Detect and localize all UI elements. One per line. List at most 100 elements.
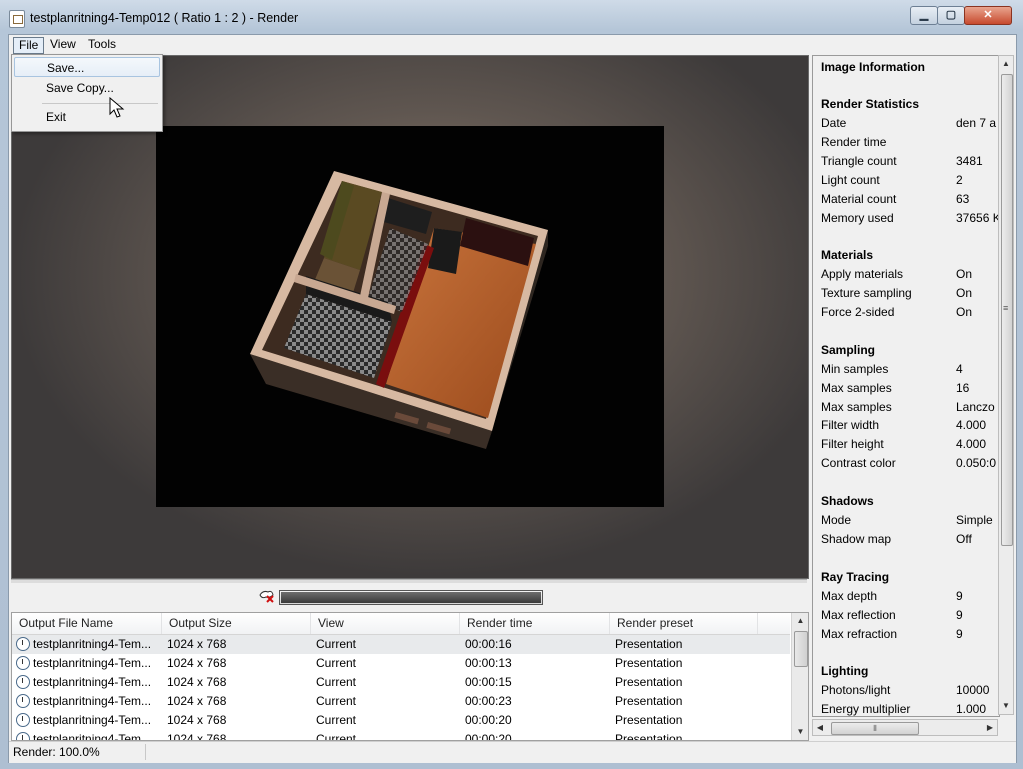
render-file-icon <box>16 675 30 689</box>
client-area: File View Tools Save... Save Copy... Exi… <box>8 34 1017 763</box>
cell-output-size: 1024 x 768 <box>167 656 227 670</box>
info-key: Max samples <box>821 381 892 395</box>
section-heading: Sampling <box>821 343 876 357</box>
cell-render-preset: Presentation <box>615 637 683 651</box>
info-horizontal-scrollbar[interactable]: ◀ ⦀ ▶ <box>812 719 998 736</box>
render-file-icon <box>16 713 30 727</box>
window-title: testplanritning4-Temp012 ( Ratio 1 : 2 )… <box>30 11 299 25</box>
column-output-file-name[interactable]: Output File Name <box>12 613 162 634</box>
cell-view: Current <box>316 656 357 670</box>
cell-output-size: 1024 x 768 <box>167 637 227 651</box>
info-key: Energy multiplier <box>821 702 911 716</box>
list-scroll-thumb[interactable] <box>794 631 808 667</box>
table-row[interactable]: testplanritning4-Tem... 1024 x 768 Curre… <box>12 730 790 741</box>
info-value: Simple <box>956 513 993 527</box>
scroll-down-icon[interactable]: ▼ <box>792 724 808 740</box>
cell-render-time: 00:00:23 <box>465 694 512 708</box>
cell-render-time: 00:00:15 <box>465 675 512 689</box>
info-value: 9 <box>956 608 963 622</box>
column-view[interactable]: View <box>311 613 460 634</box>
cell-view: Current <box>316 637 357 651</box>
info-key: Light count <box>821 173 880 187</box>
menu-file[interactable]: File <box>13 37 45 54</box>
info-key: Texture sampling <box>821 286 912 300</box>
column-output-size[interactable]: Output Size <box>162 613 311 634</box>
section-heading: Materials <box>821 248 874 262</box>
menu-item-save[interactable]: Save... <box>14 57 160 77</box>
menu-item-exit[interactable]: Exit <box>14 107 160 127</box>
cell-file-name: testplanritning4-Tem... <box>33 675 152 689</box>
close-button[interactable]: ✕ <box>964 6 1012 25</box>
menu-tools[interactable]: Tools <box>83 37 121 52</box>
cell-view: Current <box>316 713 357 727</box>
info-key: Memory used <box>821 211 894 225</box>
info-key: Max depth <box>821 589 878 603</box>
output-file-list[interactable]: Output File Name Output Size View Render… <box>11 612 809 741</box>
scroll-up-icon[interactable]: ▲ <box>998 56 1014 72</box>
render-file-icon <box>16 694 30 708</box>
cell-file-name: testplanritning4-Tem... <box>33 713 152 727</box>
cell-render-preset: Presentation <box>615 732 683 741</box>
scroll-down-icon[interactable]: ▼ <box>998 698 1014 714</box>
info-key: Max samples <box>821 400 892 414</box>
minimize-button[interactable]: ▁ <box>910 6 938 25</box>
scroll-left-icon[interactable]: ◀ <box>813 720 827 735</box>
progress-area <box>11 583 807 611</box>
cell-view: Current <box>316 732 357 741</box>
cell-render-preset: Presentation <box>615 713 683 727</box>
info-value: 63 <box>956 192 970 206</box>
info-value: On <box>956 267 973 281</box>
scroll-up-icon[interactable]: ▲ <box>792 613 808 629</box>
menu-bar: File View Tools <box>9 35 1016 54</box>
info-value: 4.000 <box>956 418 987 432</box>
info-value: 9 <box>956 627 963 641</box>
render-viewport[interactable] <box>11 55 809 579</box>
render-file-icon <box>16 732 30 740</box>
rendered-floor-plan <box>250 171 548 449</box>
info-value: On <box>956 286 973 300</box>
table-row[interactable]: testplanritning4-Tem... 1024 x 768 Curre… <box>12 673 790 692</box>
render-file-icon <box>16 656 30 670</box>
table-row[interactable]: testplanritning4-Tem... 1024 x 768 Curre… <box>12 654 790 673</box>
info-key: Shadow map <box>821 532 892 546</box>
cell-file-name: testplanritning4-Tem... <box>33 694 152 708</box>
info-key: Material count <box>821 192 897 206</box>
info-hscroll-thumb[interactable]: ⦀ <box>831 722 919 735</box>
info-scroll-thumb[interactable]: ≡ <box>1001 74 1013 546</box>
info-vertical-scrollbar[interactable]: ▲ ≡ ▼ <box>998 55 1014 715</box>
title-bar[interactable]: testplanritning4-Temp012 ( Ratio 1 : 2 )… <box>0 0 1023 34</box>
info-value: 2 <box>956 173 963 187</box>
menu-separator <box>42 103 158 104</box>
status-bar: Render: 100.0% <box>9 741 1016 763</box>
window-frame: testplanritning4-Temp012 ( Ratio 1 : 2 )… <box>0 0 1023 769</box>
rendered-image <box>156 126 664 507</box>
info-value: On <box>956 305 973 319</box>
list-vertical-scrollbar[interactable]: ▲ ▼ <box>791 613 808 740</box>
section-heading: Render Statistics <box>821 97 920 111</box>
table-row[interactable]: testplanritning4-Tem... 1024 x 768 Curre… <box>12 692 790 711</box>
cancel-render-icon[interactable] <box>259 589 275 603</box>
info-value: 4.000 <box>956 437 987 451</box>
info-key: Max refraction <box>821 627 898 641</box>
info-key: Min samples <box>821 362 889 376</box>
image-information-panel: Image Information Render Statistics Date… <box>812 55 1000 717</box>
cell-render-preset: Presentation <box>615 694 683 708</box>
info-key: Max reflection <box>821 608 896 622</box>
menu-view[interactable]: View <box>45 37 81 52</box>
info-value: 16 <box>956 381 970 395</box>
cell-render-preset: Presentation <box>615 675 683 689</box>
cell-file-name: testplanritning4-Tem... <box>33 732 152 741</box>
maximize-button[interactable]: ▢ <box>937 6 965 25</box>
menu-item-save-copy[interactable]: Save Copy... <box>14 78 160 98</box>
scroll-right-icon[interactable]: ▶ <box>983 720 997 735</box>
info-key: Contrast color <box>821 456 896 470</box>
cell-render-time: 00:00:20 <box>465 732 512 741</box>
column-render-time[interactable]: Render time <box>460 613 610 634</box>
app-render-icon[interactable] <box>9 10 25 28</box>
cell-view: Current <box>316 675 357 689</box>
table-row[interactable]: testplanritning4-Tem... 1024 x 768 Curre… <box>12 635 790 654</box>
info-key: Force 2-sided <box>821 305 895 319</box>
column-render-preset[interactable]: Render preset <box>610 613 758 634</box>
info-value: 10000 <box>956 683 990 697</box>
table-row[interactable]: testplanritning4-Tem... 1024 x 768 Curre… <box>12 711 790 730</box>
